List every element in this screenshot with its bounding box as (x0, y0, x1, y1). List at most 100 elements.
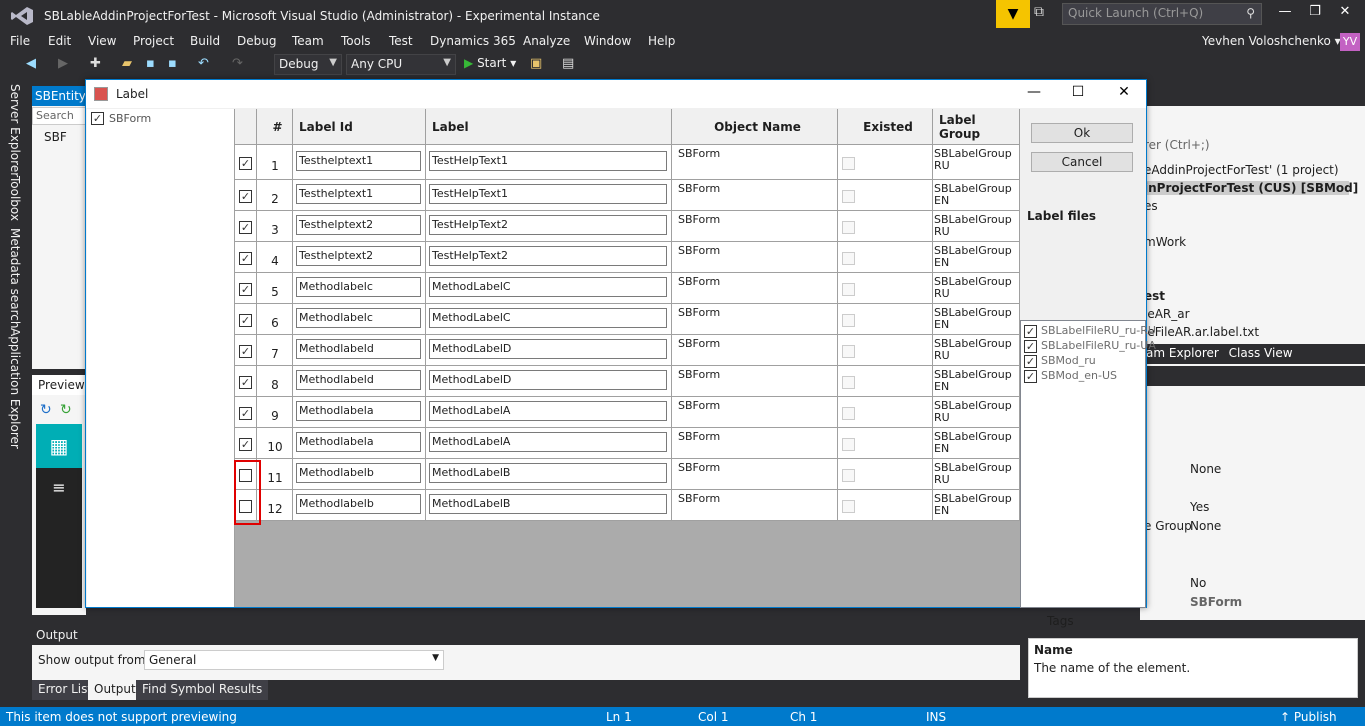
label-text-input[interactable]: MethodLabelD (429, 339, 667, 359)
label-id-input[interactable]: Testhelptext2 (296, 246, 421, 266)
row-select-checkbox[interactable]: ✓ (239, 252, 252, 265)
row-select-checkbox[interactable]: ✓ (239, 376, 252, 389)
label-file-item[interactable]: ✓ SBMod_ru (1024, 354, 1096, 368)
column-header-label-id[interactable]: Label Id (293, 109, 426, 145)
label-id-input[interactable]: Methodlabelc (296, 277, 421, 297)
row-select-checkbox[interactable]: ✓ (239, 345, 252, 358)
label-file-item[interactable]: ✓ SBLabelFileRU_ru-UA (1024, 339, 1156, 353)
open-folder-icon[interactable]: ▰ (122, 56, 132, 71)
label-id-input[interactable]: Testhelptext1 (296, 151, 421, 171)
column-header-label[interactable]: Label (426, 109, 672, 145)
tab-toolbox[interactable]: Toolbox (8, 176, 22, 221)
label-id-input[interactable]: Testhelptext1 (296, 184, 421, 204)
menu-edit[interactable]: Edit (48, 34, 71, 48)
dialog-minimize-button[interactable]: — (1020, 84, 1048, 104)
column-header-object[interactable]: Object Name (672, 109, 838, 145)
label-text-input[interactable]: MethodLabelA (429, 401, 667, 421)
label-id-input[interactable]: Methodlabela (296, 432, 421, 452)
layout-icon[interactable]: ▤ (562, 56, 574, 71)
label-text-input[interactable]: TestHelpText2 (429, 246, 667, 266)
label-file-checkbox[interactable]: ✓ (1024, 339, 1037, 353)
label-file-checkbox[interactable]: ✓ (1024, 369, 1037, 383)
label-id-input[interactable]: Methodlabelc (296, 308, 421, 328)
label-id-input[interactable]: Methodlabeld (296, 370, 421, 390)
label-text-input[interactable]: MethodLabelC (429, 308, 667, 328)
column-header-group[interactable]: Label Group (933, 109, 1020, 145)
menu-analyze[interactable]: Analyze (523, 34, 570, 48)
menu-debug[interactable]: Debug (237, 34, 276, 48)
start-button[interactable]: ▶ Start ▾ (464, 56, 516, 70)
notification-flag-icon[interactable]: ▼ (996, 0, 1030, 28)
menu-window[interactable]: Window (584, 34, 631, 48)
tab-application-explorer[interactable]: Application Explorer (8, 328, 22, 449)
menu-team[interactable]: Team (292, 34, 324, 48)
tree-item-label[interactable]: SBForm (109, 112, 151, 125)
forward-icon[interactable]: ▶ (58, 56, 68, 71)
new-project-icon[interactable]: ✚ (90, 56, 101, 71)
label-id-input[interactable]: Methodlabelb (296, 494, 421, 514)
prop-value[interactable]: No (1190, 576, 1206, 590)
menu-test[interactable]: Test (389, 34, 413, 48)
user-name[interactable]: Yevhen Voloshchenko ▾ (1202, 34, 1341, 48)
undo-icon[interactable]: ↶ (198, 56, 209, 71)
label-text-input[interactable]: TestHelpText1 (429, 151, 667, 171)
tree-item-checkbox[interactable]: ✓ (91, 112, 104, 125)
label-id-input[interactable]: Methodlabeld (296, 339, 421, 359)
redo-icon[interactable]: ↷ (232, 56, 243, 71)
row-select-checkbox[interactable]: ✓ (239, 221, 252, 234)
tab-output[interactable]: Output (88, 680, 142, 700)
column-header-existed[interactable]: Existed (838, 109, 933, 145)
back-icon[interactable]: ◀ (26, 56, 36, 71)
prop-value[interactable]: SBForm (1190, 595, 1242, 609)
menu-file[interactable]: File (10, 34, 30, 48)
label-id-input[interactable]: Methodlabela (296, 401, 421, 421)
label-text-input[interactable]: MethodLabelC (429, 277, 667, 297)
tab-find-symbol-results[interactable]: Find Symbol Results (136, 680, 269, 700)
row-select-checkbox[interactable]: ✓ (239, 314, 252, 327)
configuration-select[interactable]: Debug ▼ (274, 54, 342, 75)
solution-search-input[interactable]: Search (32, 107, 88, 125)
row-select-checkbox[interactable]: ✓ (239, 407, 252, 420)
save-all-icon[interactable]: ▪ (168, 56, 177, 71)
label-text-input[interactable]: MethodLabelB (429, 494, 667, 514)
menu-help[interactable]: Help (648, 34, 675, 48)
platform-select[interactable]: Any CPU ▼ (346, 54, 456, 75)
avatar[interactable]: YV (1340, 33, 1360, 51)
header-select[interactable] (235, 109, 257, 145)
menu-dynamics[interactable]: Dynamics 365 (430, 34, 516, 48)
tab-metadata-search[interactable]: Metadata search (8, 228, 22, 329)
menu-build[interactable]: Build (190, 34, 220, 48)
label-text-input[interactable]: MethodLabelB (429, 463, 667, 483)
label-file-checkbox[interactable]: ✓ (1024, 354, 1037, 368)
row-select-checkbox[interactable]: ✓ (239, 438, 252, 451)
menu-tools[interactable]: Tools (341, 34, 371, 48)
label-text-input[interactable]: MethodLabelA (429, 432, 667, 452)
close-button[interactable]: ✕ (1331, 4, 1359, 24)
minimize-button[interactable]: — (1271, 4, 1299, 24)
label-file-checkbox[interactable]: ✓ (1024, 324, 1037, 338)
label-file-item[interactable]: ✓ SBMod_en-US (1024, 369, 1117, 383)
maximize-button[interactable]: ❐ (1301, 4, 1329, 24)
publish-button[interactable]: ↑ Publish (1280, 710, 1337, 724)
save-icon[interactable]: ▪ (146, 56, 155, 71)
dialog-close-button[interactable]: ✕ (1110, 84, 1138, 104)
solution-item[interactable]: SBF (44, 130, 67, 144)
attach-icon[interactable]: ▣ (530, 56, 542, 71)
ok-button[interactable]: Ok (1031, 123, 1133, 143)
row-select-checkbox[interactable]: ✓ (239, 283, 252, 296)
label-id-input[interactable]: Testhelptext2 (296, 215, 421, 235)
prop-value[interactable]: None (1190, 462, 1221, 476)
sync-icon[interactable]: ↻ (60, 402, 72, 418)
menu-view[interactable]: View (88, 34, 116, 48)
tree-line[interactable]: inProjectForTest (CUS) [SBMod] (1144, 181, 1358, 195)
tab-server-explorer[interactable]: Server Explorer (8, 84, 22, 177)
label-text-input[interactable]: MethodLabelD (429, 370, 667, 390)
label-text-input[interactable]: TestHelpText1 (429, 184, 667, 204)
label-text-input[interactable]: TestHelpText2 (429, 215, 667, 235)
tab-team-explorer[interactable]: am Explorer (1146, 346, 1219, 360)
label-file-item[interactable]: ✓ SBLabelFileRU_ru-RU (1024, 324, 1156, 338)
output-source-select[interactable]: General ▼ (144, 650, 444, 670)
dialog-maximize-button[interactable]: ☐ (1064, 84, 1092, 104)
refresh-icon[interactable]: ↻ (40, 402, 52, 418)
tab-class-view[interactable]: Class View (1229, 346, 1293, 360)
